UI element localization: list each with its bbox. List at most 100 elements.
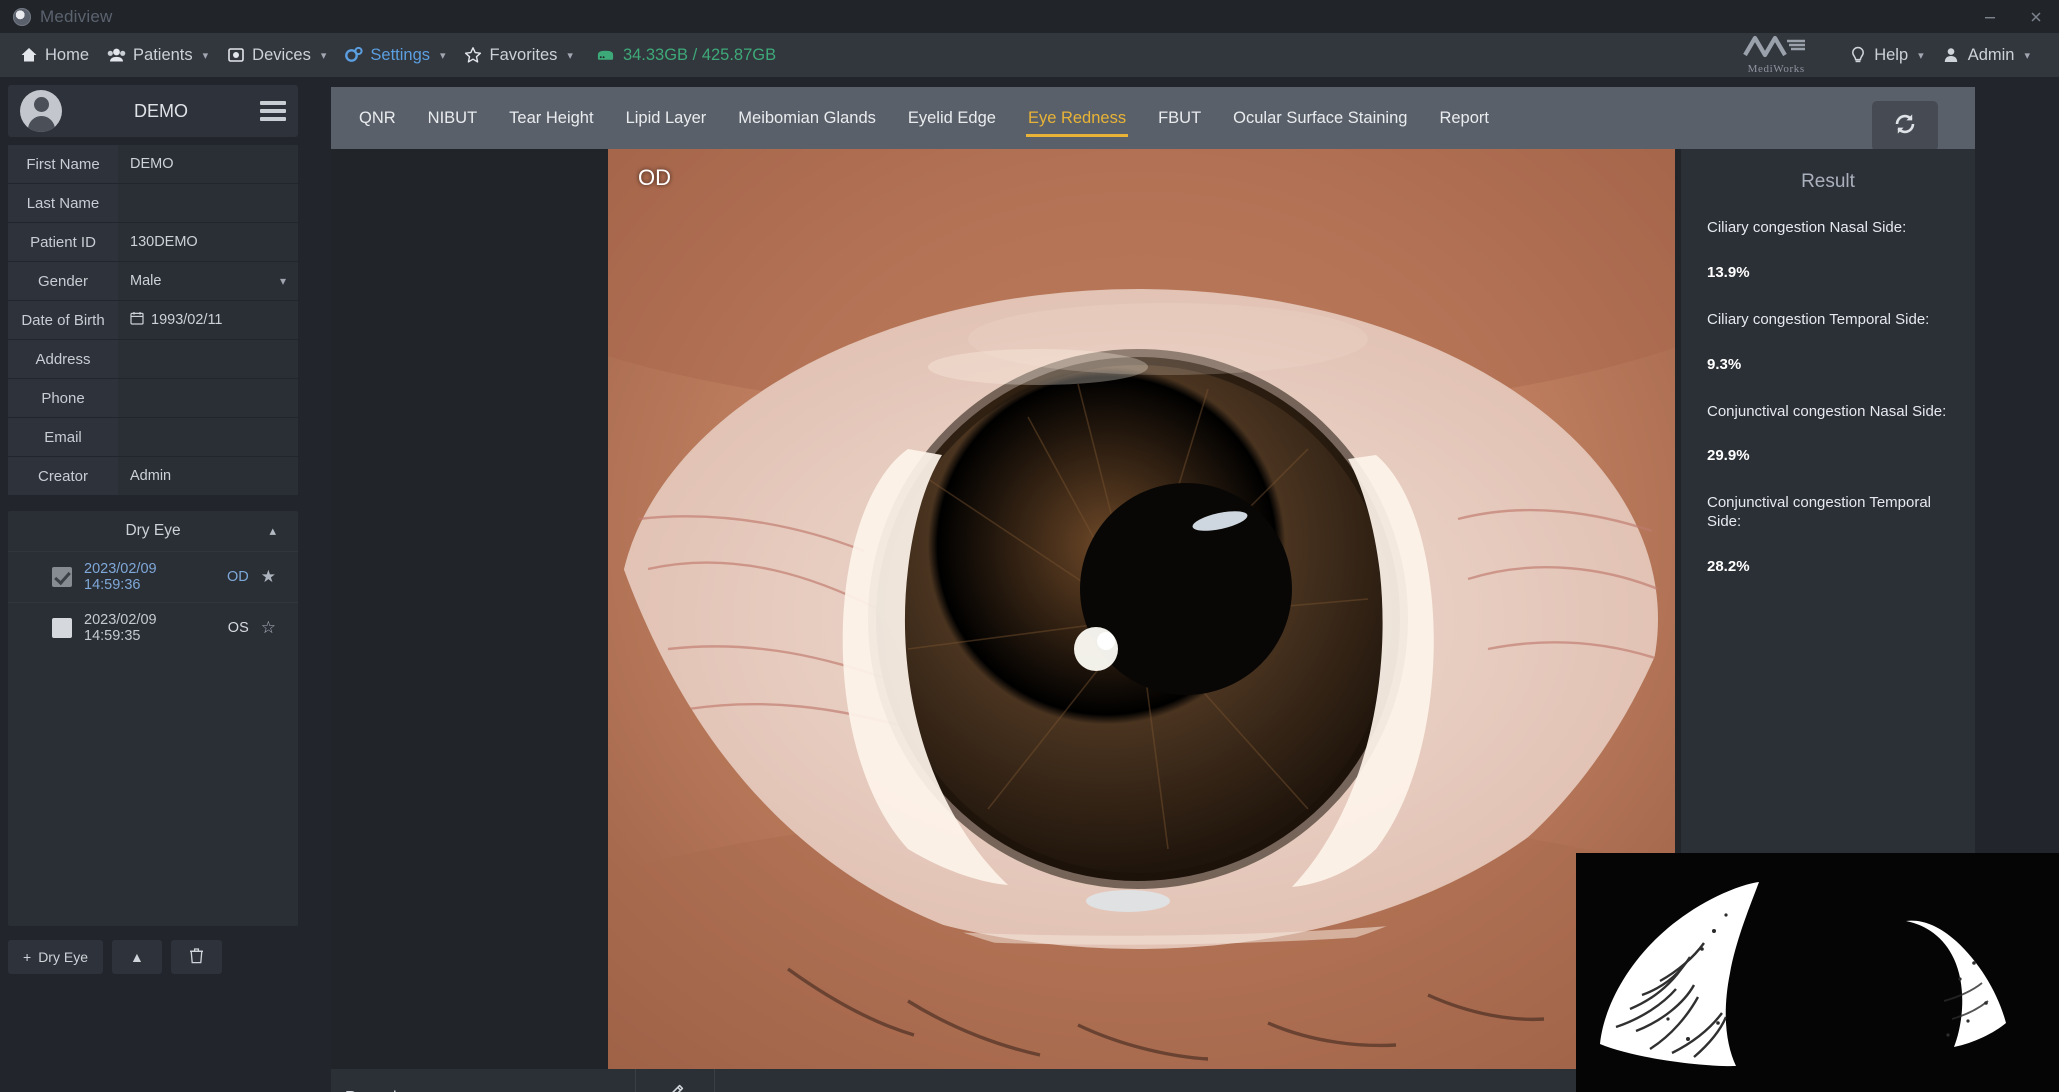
- exam-group-header[interactable]: Dry Eye ▴: [8, 511, 298, 551]
- refresh-button[interactable]: [1872, 101, 1938, 151]
- exam-group-title: Dry Eye: [125, 522, 181, 539]
- patient-header: DEMO: [8, 85, 298, 137]
- add-dry-eye-button[interactable]: + Dry Eye: [8, 940, 103, 974]
- exam-list-item[interactable]: 2023/02/09 14:59:36 OD ★: [8, 551, 298, 602]
- close-button[interactable]: [2013, 0, 2059, 33]
- tab-nibut[interactable]: NIBUT: [412, 87, 494, 149]
- chevron-down-icon: ▾: [202, 49, 209, 62]
- field-label: First Name: [8, 145, 118, 183]
- plus-icon: +: [23, 949, 32, 965]
- menu-item-patients[interactable]: Patients ▾: [98, 33, 217, 77]
- creator-value: Admin: [118, 457, 298, 495]
- calendar-icon: [130, 311, 144, 329]
- chevron-down-icon: ▾: [1918, 49, 1924, 62]
- phone-input[interactable]: [118, 379, 298, 417]
- delete-button[interactable]: [170, 940, 222, 974]
- exam-list-item[interactable]: 2023/02/09 14:59:35 OS ☆: [8, 602, 298, 653]
- minimize-button[interactable]: [1967, 0, 2013, 33]
- result-label: Conjunctival congestion Temporal Side:: [1707, 494, 1932, 530]
- patient-sidebar: DEMO First Name DEMO Last Name Patient I…: [0, 77, 306, 1092]
- field-row-address: Address: [8, 340, 298, 379]
- date-of-birth-input[interactable]: 1993/02/11: [118, 301, 298, 339]
- menu-item-devices[interactable]: Devices ▾: [217, 33, 335, 77]
- hamburger-icon[interactable]: [260, 101, 286, 121]
- menu-item-patients-label: Patients: [133, 45, 193, 64]
- tab-label: Meibomian Glands: [738, 108, 876, 127]
- tab-meibomian-glands[interactable]: Meibomian Glands: [722, 87, 892, 149]
- menu-item-admin-label: Admin: [1967, 45, 2015, 64]
- result-value: 29.9%: [1707, 447, 1750, 465]
- menu-item-favorites[interactable]: Favorites ▾: [455, 33, 582, 77]
- result-label: Ciliary congestion Temporal Side:: [1707, 310, 1930, 328]
- result-label: Ciliary congestion Nasal Side:: [1707, 219, 1907, 236]
- avatar-icon: [20, 90, 62, 132]
- result-value: 28.2%: [1707, 557, 1750, 575]
- exam-checkbox[interactable]: [52, 567, 72, 587]
- gear-icon: [344, 46, 363, 65]
- tab-label: FBUT: [1158, 108, 1202, 127]
- patient-name: DEMO: [134, 100, 188, 121]
- field-value: 1993/02/11: [151, 312, 223, 328]
- trash-icon: [189, 947, 204, 967]
- sidebar-action-bar: + Dry Eye ▲: [8, 940, 298, 974]
- people-icon: [107, 46, 126, 65]
- field-row-gender: Gender Male ▾: [8, 262, 298, 301]
- tab-label: QNR: [359, 108, 396, 127]
- mediworks-logo: MediWorks: [1743, 35, 1809, 75]
- last-name-input[interactable]: [118, 184, 298, 222]
- tab-label: Report: [1439, 108, 1489, 127]
- tab-report[interactable]: Report: [1423, 87, 1505, 149]
- favorite-star-icon[interactable]: ★: [261, 567, 276, 587]
- chevron-up-icon[interactable]: ▴: [269, 523, 276, 539]
- menu-item-settings-label: Settings: [370, 45, 431, 64]
- app-logo-icon: [13, 7, 31, 26]
- tab-qnr[interactable]: QNR: [343, 87, 412, 149]
- favorite-star-icon[interactable]: ☆: [261, 618, 276, 638]
- tab-eyelid-edge[interactable]: Eyelid Edge: [892, 87, 1012, 149]
- tab-eye-redness[interactable]: Eye Redness: [1012, 87, 1142, 149]
- segmentation-mask-overlay: [1576, 853, 2059, 1092]
- refresh-icon: [1892, 111, 1918, 142]
- field-label: Address: [8, 340, 118, 378]
- tab-fbut[interactable]: FBUT: [1142, 87, 1217, 149]
- menu-item-admin[interactable]: Admin ▾: [1933, 33, 2039, 77]
- tab-lipid-layer[interactable]: Lipid Layer: [610, 87, 723, 149]
- menu-item-help[interactable]: Help ▾: [1839, 33, 1932, 77]
- brand-name: MediWorks: [1747, 63, 1805, 75]
- email-input[interactable]: [118, 418, 298, 456]
- brand-mark-icon: [1743, 35, 1809, 62]
- application-window: Mediview Home Patients ▾ Devices ▾ Setti…: [0, 0, 2059, 1092]
- menu-item-help-label: Help: [1874, 45, 1909, 64]
- field-label: Email: [8, 418, 118, 456]
- exam-group-dry-eye: Dry Eye ▴ 2023/02/09 14:59:36 OD ★ 2023/…: [8, 511, 298, 926]
- tab-label: NIBUT: [427, 108, 478, 127]
- tab-ocular-surface-staining[interactable]: Ocular Surface Staining: [1217, 87, 1423, 149]
- address-input[interactable]: [118, 340, 298, 378]
- exam-checkbox[interactable]: [52, 618, 72, 638]
- first-name-input[interactable]: DEMO: [118, 145, 298, 183]
- gender-select[interactable]: Male ▾: [118, 262, 298, 300]
- move-up-button[interactable]: ▲: [111, 940, 162, 974]
- tab-tear-height[interactable]: Tear Height: [493, 87, 609, 149]
- ciliary-congestion-mask: [1576, 853, 2059, 1092]
- exam-date: 2023/02/09 14:59:35: [84, 612, 157, 644]
- chevron-down-icon: ▾: [2024, 49, 2030, 62]
- home-icon: [19, 46, 38, 65]
- field-label: Date of Birth: [8, 301, 118, 339]
- menu-item-home[interactable]: Home: [10, 33, 98, 77]
- menu-item-settings[interactable]: Settings ▾: [335, 33, 454, 77]
- field-row-last-name: Last Name: [8, 184, 298, 223]
- eye-image-container[interactable]: OD: [608, 149, 1675, 1069]
- field-row-patient-id: Patient ID 130DEMO: [8, 223, 298, 262]
- remarks-label: Remarks: [331, 1069, 635, 1092]
- chevron-down-icon: ▾: [279, 274, 286, 288]
- exam-tab-bar: QNR NIBUT Tear Height Lipid Layer Meibom…: [331, 87, 1975, 151]
- pencil-icon: [665, 1083, 685, 1092]
- menu-item-home-label: Home: [45, 45, 90, 64]
- field-row-email: Email: [8, 418, 298, 457]
- result-value: 13.9%: [1707, 263, 1750, 281]
- device-icon: [226, 46, 245, 65]
- remarks-edit-button[interactable]: [635, 1069, 715, 1092]
- arrow-up-icon: ▲: [129, 949, 144, 965]
- patient-id-input[interactable]: 130DEMO: [118, 223, 298, 261]
